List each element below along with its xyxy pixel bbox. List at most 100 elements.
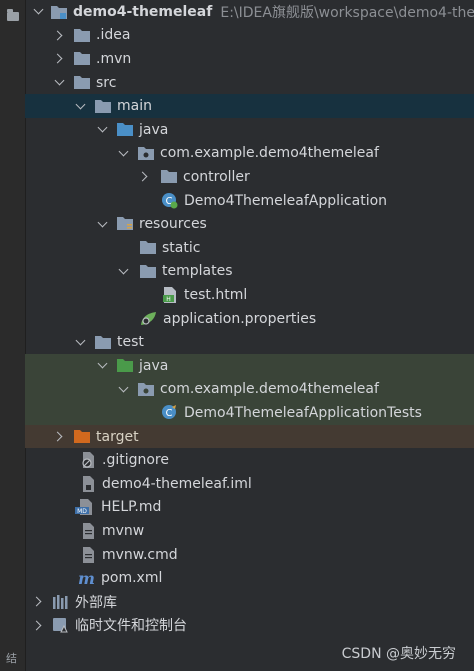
tool-window-strip: 结: [0, 0, 26, 671]
tree-label: test.html: [184, 286, 248, 303]
tree-row-test-java[interactable]: java: [25, 354, 474, 378]
markdown-file-icon: MD: [75, 499, 92, 516]
tree-row-static[interactable]: static: [25, 236, 474, 260]
chevron-down-icon[interactable]: [119, 149, 128, 158]
excluded-folder-icon: [74, 430, 90, 444]
tree-label: .idea: [96, 27, 131, 44]
chevron-down-icon[interactable]: [98, 125, 107, 134]
chevron-right-icon[interactable]: [34, 621, 43, 630]
chevron-right-icon[interactable]: [55, 432, 64, 441]
tree-row-test-class[interactable]: C Demo4ThemeleafApplicationTests: [25, 401, 474, 425]
tree-row-main-package[interactable]: com.example.demo4themeleaf: [25, 142, 474, 166]
tree-row-test[interactable]: test: [25, 330, 474, 354]
tree-label: mvnw.cmd: [102, 546, 178, 563]
svg-text:C: C: [166, 408, 173, 419]
spring-properties-icon: [141, 312, 156, 326]
tree-row-test-package[interactable]: com.example.demo4themeleaf: [25, 377, 474, 402]
project-tree: demo4-themeleaf E:\IDEA旗舰版\workspace\dem…: [25, 0, 474, 671]
tree-label: target: [96, 428, 139, 445]
chevron-right-icon[interactable]: [55, 54, 64, 63]
test-source-folder-icon: [117, 359, 133, 373]
tree-row-project[interactable]: demo4-themeleaf E:\IDEA旗舰版\workspace\dem…: [25, 0, 474, 24]
spring-boot-class-icon: C: [162, 193, 178, 209]
chevron-down-icon[interactable]: [55, 78, 64, 87]
chevron-right-icon[interactable]: [34, 597, 43, 606]
folder-icon: [74, 28, 90, 42]
tree-label: templates: [162, 263, 233, 280]
folder-icon: [95, 99, 111, 113]
tree-label: HELP.md: [101, 499, 162, 516]
folder-icon: [161, 170, 177, 184]
tree-label: test: [117, 334, 144, 351]
tree-row-templates[interactable]: templates: [25, 260, 474, 284]
chevron-down-icon[interactable]: [76, 102, 85, 111]
chevron-right-icon[interactable]: [55, 31, 64, 40]
tree-row-mvn[interactable]: .mvn: [25, 47, 474, 71]
ignored-file-icon: [82, 452, 94, 469]
chevron-down-icon[interactable]: [98, 220, 107, 229]
module-folder-icon: [51, 5, 67, 19]
tree-row-target[interactable]: target: [25, 424, 474, 449]
tree-label: controller: [183, 168, 250, 185]
project-folder-icon[interactable]: [7, 9, 19, 21]
tree-label: com.example.demo4themeleaf: [160, 381, 379, 398]
tree-label: static: [162, 239, 201, 256]
tree-row-controller[interactable]: controller: [25, 165, 474, 189]
tree-label: .mvn: [96, 50, 132, 67]
watermark: CSDN @奥妙无穷: [341, 646, 456, 662]
tree-row-scratches[interactable]: 临时文件和控制台: [25, 614, 474, 638]
libraries-icon: [53, 594, 68, 609]
svg-text:H: H: [166, 296, 171, 303]
html-file-icon: H: [163, 286, 176, 303]
tree-label: application.properties: [163, 310, 317, 327]
package-icon: [138, 382, 154, 396]
text-file-icon: [83, 522, 94, 539]
tree-label: java: [139, 357, 169, 374]
folder-icon: [140, 264, 156, 278]
chevron-down-icon[interactable]: [76, 338, 85, 347]
tree-row-main[interactable]: main: [25, 94, 474, 118]
tree-label: 临时文件和控制台: [75, 618, 187, 635]
chevron-down-icon[interactable]: [34, 7, 43, 16]
package-icon: [138, 146, 154, 160]
tree-label: resources: [139, 216, 207, 233]
scratches-icon: [53, 617, 68, 633]
folder-icon: [140, 241, 156, 255]
tree-label: Demo4ThemeleafApplication: [184, 192, 388, 209]
tree-row-app-class[interactable]: C Demo4ThemeleafApplication: [25, 189, 474, 213]
chevron-down-icon[interactable]: [98, 361, 107, 370]
tree-row-external-libraries[interactable]: 外部库: [25, 590, 474, 614]
tree-row-mvnw[interactable]: mvnw: [25, 519, 474, 543]
chevron-down-icon[interactable]: [119, 267, 128, 276]
tree-row-gitignore[interactable]: .gitignore: [25, 448, 474, 472]
tree-row-mvnw-cmd[interactable]: mvnw.cmd: [25, 543, 474, 567]
tree-row-help[interactable]: MD HELP.md: [25, 496, 474, 520]
project-path: E:\IDEA旗舰版\workspace\demo4-the: [220, 4, 474, 21]
tree-label: demo4-themeleaf.iml: [102, 475, 252, 492]
source-folder-icon: [117, 123, 133, 137]
chevron-right-icon[interactable]: [140, 172, 149, 181]
maven-icon: m: [78, 568, 95, 588]
tree-label: com.example.demo4themeleaf: [160, 145, 379, 162]
tree-row-pom[interactable]: m pom.xml: [25, 566, 474, 590]
folder-icon: [95, 335, 111, 349]
tree-label: src: [96, 74, 117, 91]
folder-icon: [74, 76, 90, 90]
tree-label: .gitignore: [102, 452, 169, 469]
chevron-down-icon[interactable]: [119, 385, 128, 394]
tree-row-main-java[interactable]: java: [25, 118, 474, 142]
test-class-icon: C: [162, 405, 176, 420]
tree-label: pom.xml: [101, 570, 163, 587]
tree-row-iml[interactable]: demo4-themeleaf.iml: [25, 472, 474, 496]
tree-row-test-html[interactable]: H test.html: [25, 283, 474, 307]
tree-label: main: [117, 98, 152, 115]
structure-tab-label[interactable]: 结: [6, 650, 17, 666]
tree-label: mvnw: [102, 522, 145, 539]
tree-row-idea[interactable]: .idea: [25, 24, 474, 48]
tree-row-app-properties[interactable]: application.properties: [25, 307, 474, 331]
svg-text:MD: MD: [77, 508, 87, 515]
tree-row-src[interactable]: src: [25, 71, 474, 95]
tree-row-resources[interactable]: resources: [25, 212, 474, 236]
folder-icon: [74, 52, 90, 66]
iml-file-icon: [83, 475, 94, 492]
